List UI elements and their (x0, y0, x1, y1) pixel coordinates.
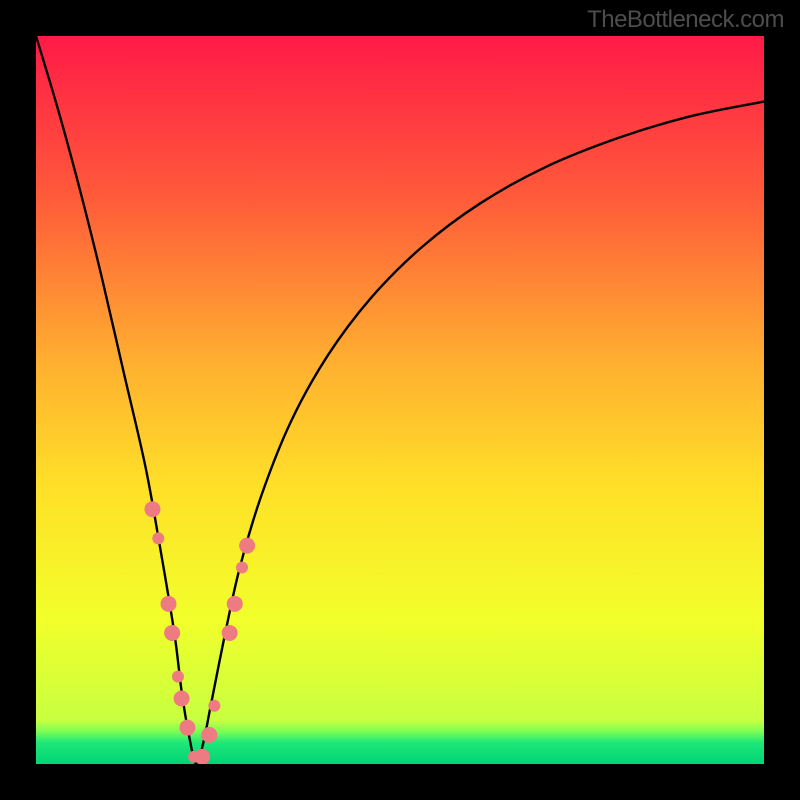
chart-frame: TheBottleneck.com (0, 0, 800, 800)
data-point (179, 720, 195, 736)
data-point (236, 561, 248, 573)
data-point (160, 596, 176, 612)
data-point (172, 671, 184, 683)
plot-area (36, 36, 764, 764)
data-point (144, 501, 160, 517)
gradient-background (36, 36, 764, 764)
watermark-text: TheBottleneck.com (587, 6, 784, 34)
data-point (227, 596, 243, 612)
data-point (208, 700, 220, 712)
data-point (164, 625, 180, 641)
data-point (201, 727, 217, 743)
data-point (222, 625, 238, 641)
bottleneck-curve-svg (36, 36, 764, 764)
data-point (239, 538, 255, 554)
data-point (152, 532, 164, 544)
data-point (194, 749, 210, 764)
data-point (174, 690, 190, 706)
